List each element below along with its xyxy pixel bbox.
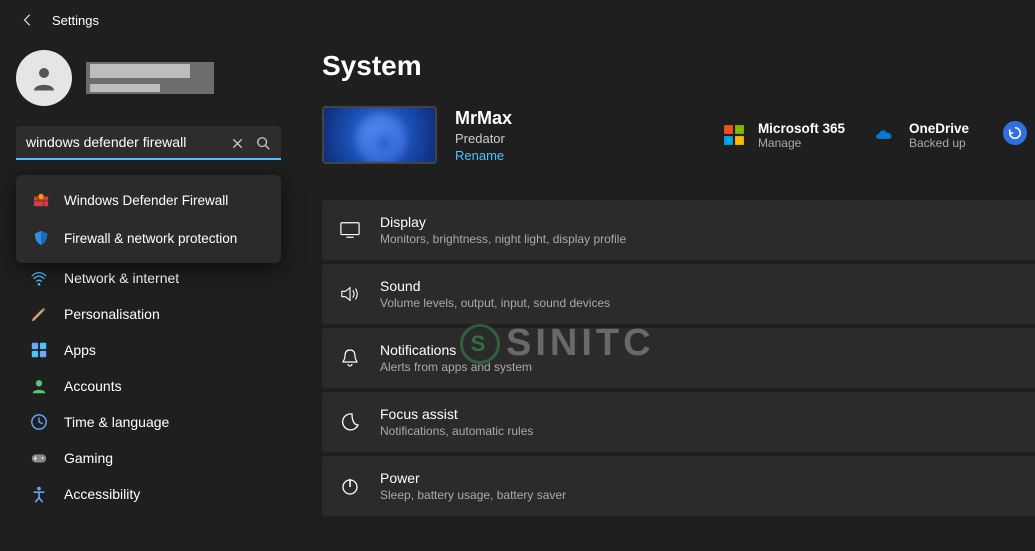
power-icon — [340, 476, 360, 496]
settings-sub: Alerts from apps and system — [380, 360, 532, 374]
sidebar-item-label: Personalisation — [64, 306, 160, 322]
notifications-icon — [340, 348, 360, 368]
search-icon — [256, 136, 270, 150]
search-suggestions: Windows Defender Firewall Firewall & net… — [16, 175, 281, 263]
sidebar-item-label: Gaming — [64, 450, 113, 466]
apps-icon — [30, 341, 48, 359]
m365-icon — [722, 123, 746, 147]
settings-item-notifications[interactable]: Notifications Alerts from apps and syste… — [322, 328, 1035, 388]
sidebar-item-personalisation[interactable]: Personalisation — [16, 296, 290, 332]
device-name: MrMax — [455, 108, 512, 129]
personalisation-icon — [30, 305, 48, 323]
sidebar-item-time[interactable]: Time & language — [16, 404, 290, 440]
onedrive-icon — [873, 123, 897, 147]
settings-sub: Monitors, brightness, night light, displ… — [380, 232, 626, 246]
sidebar-item-gaming[interactable]: Gaming — [16, 440, 290, 476]
status-sub: Manage — [758, 136, 845, 150]
device-header: MrMax Predator Rename Microsoft 365 Mana… — [322, 106, 1035, 164]
status-overflow[interactable] — [1003, 121, 1027, 145]
sidebar-item-accounts[interactable]: Accounts — [16, 368, 290, 404]
sidebar-item-apps[interactable]: Apps — [16, 332, 290, 368]
main-content: System MrMax Predator Rename Microsoft 3… — [300, 40, 1035, 551]
settings-title: Notifications — [380, 342, 532, 358]
settings-title: Focus assist — [380, 406, 533, 422]
settings-item-focus[interactable]: Focus assist Notifications, automatic ru… — [322, 392, 1035, 452]
titlebar: Settings — [0, 0, 1035, 40]
nav: Network & internet Personalisation Apps … — [16, 260, 290, 512]
sidebar-item-label: Apps — [64, 342, 96, 358]
sidebar-item-label: Network & internet — [64, 270, 179, 286]
accounts-icon — [30, 377, 48, 395]
suggestion-label: Firewall & network protection — [64, 231, 237, 246]
sidebar-item-network[interactable]: Network & internet — [16, 260, 290, 296]
person-icon — [29, 63, 59, 93]
status-title: Microsoft 365 — [758, 121, 845, 136]
network-icon — [30, 269, 48, 287]
time-icon — [30, 413, 48, 431]
search-button[interactable] — [255, 135, 271, 151]
settings-sub: Volume levels, output, input, sound devi… — [380, 296, 610, 310]
firewall-shield-icon — [32, 229, 50, 247]
sidebar-item-label: Accounts — [64, 378, 122, 394]
rename-link[interactable]: Rename — [455, 148, 512, 163]
suggestion-firewall-network[interactable]: Firewall & network protection — [16, 219, 281, 257]
page-title: System — [322, 50, 1035, 82]
user-name-redacted — [86, 62, 214, 94]
sidebar: Network & internet Personalisation Apps … — [0, 40, 300, 551]
display-icon — [340, 220, 360, 240]
status-title: OneDrive — [909, 121, 969, 136]
desktop-thumbnail[interactable] — [322, 106, 437, 164]
settings-item-power[interactable]: Power Sleep, battery usage, battery save… — [322, 456, 1035, 516]
settings-sub: Sleep, battery usage, battery saver — [380, 488, 566, 502]
arrow-left-icon — [21, 13, 35, 27]
close-icon — [232, 138, 243, 149]
status-sub: Backed up — [909, 136, 969, 150]
settings-sub: Notifications, automatic rules — [380, 424, 533, 438]
settings-list: Display Monitors, brightness, night ligh… — [322, 200, 1035, 516]
titlebar-title: Settings — [52, 13, 99, 28]
settings-title: Sound — [380, 278, 610, 294]
sidebar-item-label: Time & language — [64, 414, 169, 430]
focus-icon — [340, 412, 360, 432]
search-box — [16, 126, 281, 160]
settings-item-display[interactable]: Display Monitors, brightness, night ligh… — [322, 200, 1035, 260]
update-icon — [1008, 126, 1022, 140]
suggestion-label: Windows Defender Firewall — [64, 193, 228, 208]
suggestion-defender-firewall[interactable]: Windows Defender Firewall — [16, 181, 281, 219]
sidebar-item-label: Accessibility — [64, 486, 140, 502]
device-info: MrMax Predator Rename — [455, 108, 512, 163]
back-button[interactable] — [20, 12, 36, 28]
avatar — [16, 50, 72, 106]
user-profile[interactable] — [16, 50, 290, 106]
status-onedrive[interactable]: OneDrive Backed up — [873, 121, 969, 150]
status-m365[interactable]: Microsoft 365 Manage — [722, 121, 845, 150]
settings-title: Power — [380, 470, 566, 486]
settings-title: Display — [380, 214, 626, 230]
accessibility-icon — [30, 485, 48, 503]
status-cards: Microsoft 365 Manage OneDrive Backed up — [722, 121, 1035, 150]
firewall-brick-icon — [32, 191, 50, 209]
gaming-icon — [30, 449, 48, 467]
clear-button[interactable] — [229, 135, 245, 151]
settings-item-sound[interactable]: Sound Volume levels, output, input, soun… — [322, 264, 1035, 324]
sound-icon — [340, 284, 360, 304]
sidebar-item-accessibility[interactable]: Accessibility — [16, 476, 290, 512]
device-model: Predator — [455, 131, 512, 146]
